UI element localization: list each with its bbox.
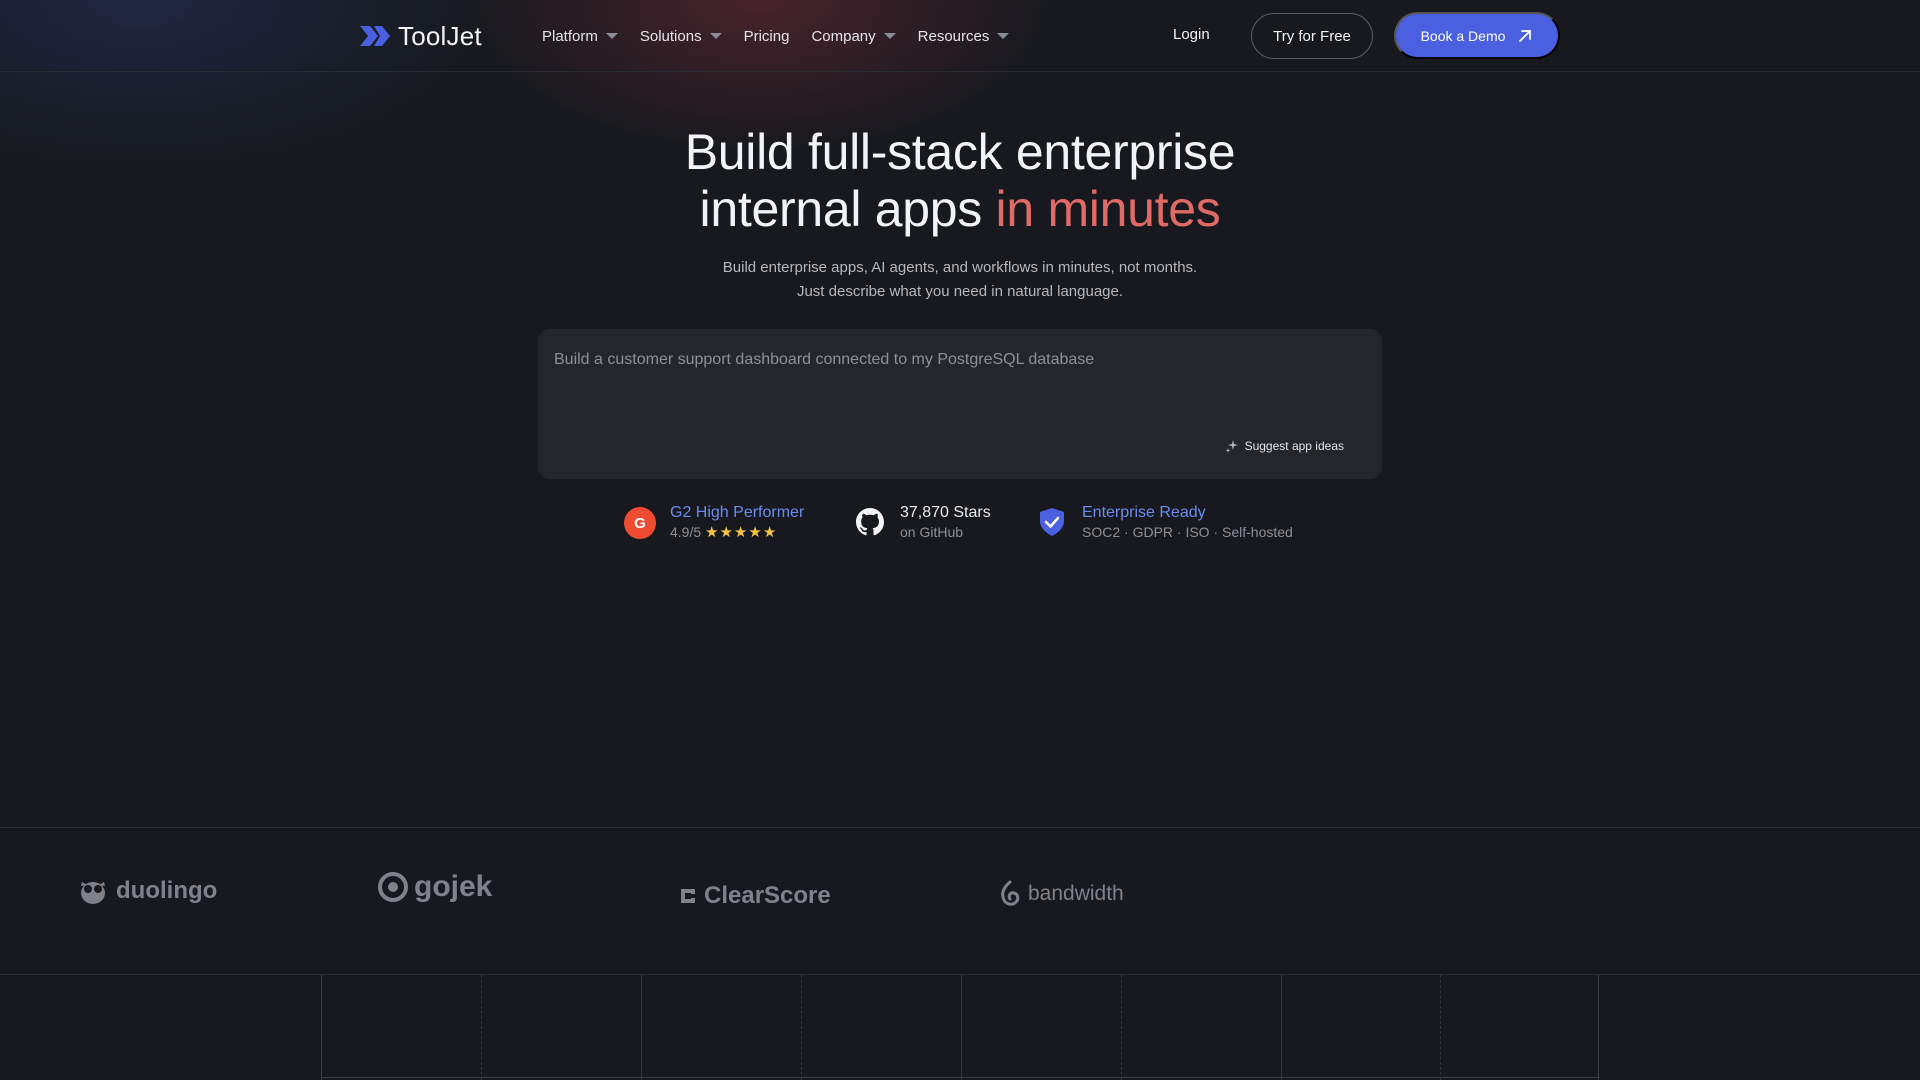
g2-title: G2 High Performer bbox=[670, 504, 805, 521]
duolingo-owl-icon bbox=[81, 882, 105, 904]
brand-name: ToolJet bbox=[398, 20, 482, 51]
headline-accent: in minutes bbox=[995, 181, 1221, 237]
github-stars: 37,870 Stars bbox=[900, 504, 991, 521]
gojek-wordmark: gojek bbox=[414, 870, 493, 903]
app-prompt-input[interactable] bbox=[554, 351, 1354, 411]
g2-badge[interactable]: G G2 High Performer 4.9/5 ★★★★★ bbox=[624, 503, 804, 542]
login-link[interactable]: Login bbox=[1173, 26, 1210, 43]
customer-logos: duolingo gojek ClearScore bandwidth bbox=[0, 827, 1920, 975]
chevron-down-icon bbox=[605, 33, 618, 39]
prompt-box: Suggest app ideas bbox=[538, 329, 1382, 479]
suggest-label: Suggest app ideas bbox=[1244, 439, 1344, 453]
enterprise-badge[interactable]: Enterprise Ready SOC2 · GDPR · ISO · Sel… bbox=[1036, 503, 1293, 541]
menu-resources[interactable]: Resources bbox=[918, 24, 1010, 48]
chevron-down-icon bbox=[997, 33, 1010, 39]
main-menu: Platform Solutions Pricing Company Resou… bbox=[542, 24, 1031, 48]
menu-pricing-label: Pricing bbox=[743, 27, 790, 45]
bandwidth-wordmark: bandwidth bbox=[1028, 882, 1124, 905]
menu-company-label: Company bbox=[811, 27, 876, 45]
menu-company[interactable]: Company bbox=[811, 24, 896, 48]
menu-pricing[interactable]: Pricing bbox=[744, 24, 790, 48]
clearscore-icon bbox=[681, 889, 695, 903]
menu-platform[interactable]: Platform bbox=[542, 24, 618, 48]
clearscore-wordmark: ClearScore bbox=[704, 882, 831, 909]
grid-bottom-line bbox=[322, 1077, 1600, 1078]
grid-line bbox=[1440, 975, 1441, 1080]
menu-solutions[interactable]: Solutions bbox=[640, 24, 722, 48]
menu-resources-label: Resources bbox=[917, 27, 990, 45]
enterprise-title: Enterprise Ready bbox=[1082, 504, 1206, 521]
svg-text:G: G bbox=[634, 515, 646, 532]
star-rating-icon: ★★★★★ bbox=[705, 524, 778, 541]
headline-line-1: Build full-stack enterprise bbox=[684, 124, 1236, 180]
customer-logo-bandwidth: bandwidth bbox=[998, 880, 1124, 908]
book-demo-label: Book a Demo bbox=[1420, 27, 1506, 44]
gojek-icon bbox=[378, 872, 408, 902]
g2-rating: 4.9/5 bbox=[670, 524, 702, 540]
customer-logo-duolingo: duolingo bbox=[76, 876, 217, 906]
trust-badges: G G2 High Performer 4.9/5 ★★★★★ 37,870 S… bbox=[0, 503, 1920, 543]
menu-solutions-label: Solutions bbox=[639, 27, 702, 45]
grid-line bbox=[641, 975, 642, 1080]
customer-logo-clearscore: ClearScore bbox=[678, 882, 831, 910]
grid-line bbox=[1281, 975, 1282, 1080]
github-badge[interactable]: 37,870 Stars on GitHub bbox=[854, 503, 991, 541]
customer-logo-gojek: gojek bbox=[378, 870, 492, 904]
hero-subtitle: Build enterprise apps, AI agents, and wo… bbox=[722, 259, 1198, 300]
menu-platform-label: Platform bbox=[542, 27, 598, 45]
grid-line bbox=[1121, 975, 1122, 1080]
top-nav: ToolJet Platform Solutions Pricing Compa… bbox=[0, 0, 1920, 72]
book-demo-button[interactable]: Book a Demo bbox=[1394, 12, 1560, 59]
arrow-up-right-icon bbox=[1519, 29, 1532, 42]
g2-icon: G bbox=[624, 506, 656, 539]
bandwidth-icon bbox=[1001, 880, 1020, 906]
duolingo-wordmark: duolingo bbox=[116, 877, 218, 904]
github-icon bbox=[854, 506, 886, 538]
github-sub: on GitHub bbox=[900, 524, 964, 540]
grid-line bbox=[961, 975, 962, 1080]
hero-headline: Build full-stack enterprise internal app… bbox=[0, 124, 1920, 238]
headline-line-2: internal apps bbox=[699, 181, 996, 237]
shield-check-icon bbox=[1036, 506, 1068, 538]
grid-line bbox=[801, 975, 802, 1080]
suggest-app-ideas-button[interactable]: Suggest app ideas bbox=[1225, 439, 1344, 453]
sparkle-icon bbox=[1225, 440, 1238, 453]
enterprise-sub: SOC2 · GDPR · ISO · Self-hosted bbox=[1082, 524, 1293, 540]
try-for-free-button[interactable]: Try for Free bbox=[1251, 13, 1373, 59]
chevron-down-icon bbox=[883, 33, 896, 39]
grid-line bbox=[481, 975, 482, 1080]
chevron-down-icon bbox=[709, 33, 722, 39]
decorative-grid bbox=[321, 975, 1600, 1080]
tooljet-logo-icon bbox=[360, 26, 390, 46]
brand-logo[interactable]: ToolJet bbox=[358, 20, 482, 52]
